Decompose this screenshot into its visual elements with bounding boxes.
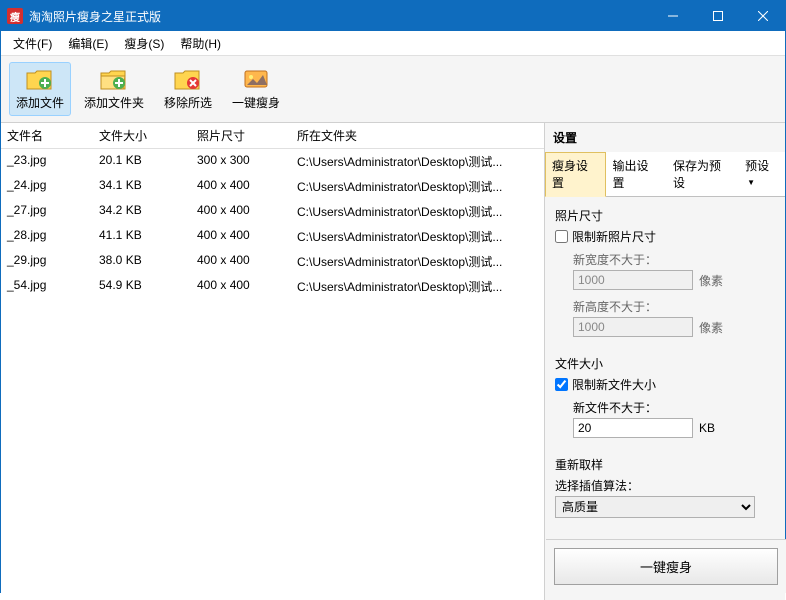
footer: 一键瘦身 [546, 539, 786, 593]
file-list-panel: 文件名 文件大小 照片尺寸 所在文件夹 _23.jpg20.1 KB300 x … [1, 123, 545, 600]
kb-unit: KB [699, 421, 715, 435]
cell-name: _23.jpg [1, 149, 93, 174]
app-icon: 瘦 [7, 8, 23, 24]
cell-name: _28.jpg [1, 224, 93, 249]
px-unit-2: 像素 [699, 319, 723, 336]
new-width-input[interactable] [573, 270, 693, 290]
file-list-header: 文件名 文件大小 照片尺寸 所在文件夹 [1, 123, 544, 149]
tab-save-preset[interactable]: 保存为预设 [666, 152, 738, 196]
cell-folder: C:\Users\Administrator\Desktop\测试... [291, 149, 544, 174]
dropdown-arrow-icon: ▼ [747, 178, 755, 187]
file-size-label: 文件大小 [555, 355, 775, 372]
resample-label: 重新取样 [555, 456, 775, 473]
algorithm-label: 选择插值算法： [555, 477, 775, 494]
content-area: 文件名 文件大小 照片尺寸 所在文件夹 _23.jpg20.1 KB300 x … [1, 123, 785, 600]
column-folder[interactable]: 所在文件夹 [291, 123, 544, 148]
cell-folder: C:\Users\Administrator\Desktop\测试... [291, 199, 544, 224]
cell-folder: C:\Users\Administrator\Desktop\测试... [291, 249, 544, 274]
file-size-section: 文件大小 限制新文件大小 新文件不大于： KB [555, 355, 775, 438]
new-file-size-input[interactable] [573, 418, 693, 438]
photo-size-label: 照片尺寸 [555, 207, 775, 224]
remove-selected-button[interactable]: 移除所选 [157, 62, 219, 116]
menu-help[interactable]: 帮助(H) [172, 32, 229, 55]
cell-name: _29.jpg [1, 249, 93, 274]
table-row[interactable]: _29.jpg38.0 KB400 x 400C:\Users\Administ… [1, 249, 544, 274]
cell-size: 38.0 KB [93, 249, 191, 274]
limit-photo-size-label: 限制新照片尺寸 [572, 228, 656, 245]
cell-name: _54.jpg [1, 274, 93, 299]
remove-label: 移除所选 [164, 94, 212, 111]
settings-panel: 设置 瘦身设置 输出设置 保存为预设 预设 ▼ 照片尺寸 限制新照片尺寸 新宽度不… [545, 123, 785, 600]
resample-section: 重新取样 选择插值算法： 高质量 [555, 456, 775, 518]
table-row[interactable]: _28.jpg41.1 KB400 x 400C:\Users\Administ… [1, 224, 544, 249]
column-name[interactable]: 文件名 [1, 123, 93, 148]
window-title: 淘淘照片瘦身之星正式版 [29, 8, 650, 25]
cell-dim: 300 x 300 [191, 149, 291, 174]
file-list-body[interactable]: _23.jpg20.1 KB300 x 300C:\Users\Administ… [1, 149, 544, 600]
menu-file[interactable]: 文件(F) [5, 32, 60, 55]
cell-name: _24.jpg [1, 174, 93, 199]
limit-file-size-label: 限制新文件大小 [572, 376, 656, 393]
remove-icon [172, 67, 204, 91]
px-unit: 像素 [699, 272, 723, 289]
toolbar: 添加文件 添加文件夹 移除所选 一键瘦身 [1, 56, 785, 123]
tab-slim-settings[interactable]: 瘦身设置 [545, 152, 606, 197]
add-folder-label: 添加文件夹 [84, 94, 144, 111]
cell-dim: 400 x 400 [191, 199, 291, 224]
algorithm-select[interactable]: 高质量 [555, 496, 755, 518]
cell-dim: 400 x 400 [191, 274, 291, 299]
cell-dim: 400 x 400 [191, 249, 291, 274]
column-size[interactable]: 文件大小 [93, 123, 191, 148]
table-row[interactable]: _23.jpg20.1 KB300 x 300C:\Users\Administ… [1, 149, 544, 174]
title-bar: 瘦 淘淘照片瘦身之星正式版 [1, 1, 785, 31]
settings-title: 设置 [545, 123, 785, 152]
new-height-label: 新高度不大于： [573, 298, 775, 315]
cell-folder: C:\Users\Administrator\Desktop\测试... [291, 224, 544, 249]
settings-tabs: 瘦身设置 输出设置 保存为预设 预设 ▼ [545, 152, 785, 197]
new-width-label: 新宽度不大于： [573, 251, 775, 268]
cell-dim: 400 x 400 [191, 224, 291, 249]
new-height-input[interactable] [573, 317, 693, 337]
photo-size-section: 照片尺寸 限制新照片尺寸 新宽度不大于： 像素 新高度不大于： 像素 [555, 207, 775, 337]
table-row[interactable]: _27.jpg34.2 KB400 x 400C:\Users\Administ… [1, 199, 544, 224]
add-file-button[interactable]: 添加文件 [9, 62, 71, 116]
column-dimensions[interactable]: 照片尺寸 [191, 123, 291, 148]
new-file-label: 新文件不大于： [573, 399, 775, 416]
add-folder-button[interactable]: 添加文件夹 [77, 62, 151, 116]
cell-size: 54.9 KB [93, 274, 191, 299]
one-key-slim-button[interactable]: 一键瘦身 [225, 62, 287, 116]
add-file-label: 添加文件 [16, 94, 64, 111]
cell-size: 20.1 KB [93, 149, 191, 174]
minimize-button[interactable] [650, 1, 695, 31]
cell-size: 34.2 KB [93, 199, 191, 224]
tab-output-settings[interactable]: 输出设置 [606, 152, 667, 196]
cell-folder: C:\Users\Administrator\Desktop\测试... [291, 274, 544, 299]
cell-dim: 400 x 400 [191, 174, 291, 199]
cell-size: 34.1 KB [93, 174, 191, 199]
tab-preset-label: 预设 [745, 159, 769, 173]
run-button[interactable]: 一键瘦身 [554, 548, 778, 585]
tab-preset[interactable]: 预设 ▼ [738, 152, 785, 196]
maximize-button[interactable] [695, 1, 740, 31]
menu-bar: 文件(F) 编辑(E) 瘦身(S) 帮助(H) [1, 31, 785, 56]
cell-folder: C:\Users\Administrator\Desktop\测试... [291, 174, 544, 199]
menu-edit[interactable]: 编辑(E) [60, 32, 116, 55]
one-key-icon [240, 67, 272, 91]
menu-slim[interactable]: 瘦身(S) [116, 32, 172, 55]
limit-file-size-checkbox[interactable] [555, 378, 568, 391]
table-row[interactable]: _24.jpg34.1 KB400 x 400C:\Users\Administ… [1, 174, 544, 199]
table-row[interactable]: _54.jpg54.9 KB400 x 400C:\Users\Administ… [1, 274, 544, 299]
add-folder-icon [98, 67, 130, 91]
cell-size: 41.1 KB [93, 224, 191, 249]
one-key-label: 一键瘦身 [232, 94, 280, 111]
close-button[interactable] [740, 1, 785, 31]
cell-name: _27.jpg [1, 199, 93, 224]
add-file-icon [24, 67, 56, 91]
limit-photo-size-checkbox[interactable] [555, 230, 568, 243]
window-controls [650, 1, 785, 31]
